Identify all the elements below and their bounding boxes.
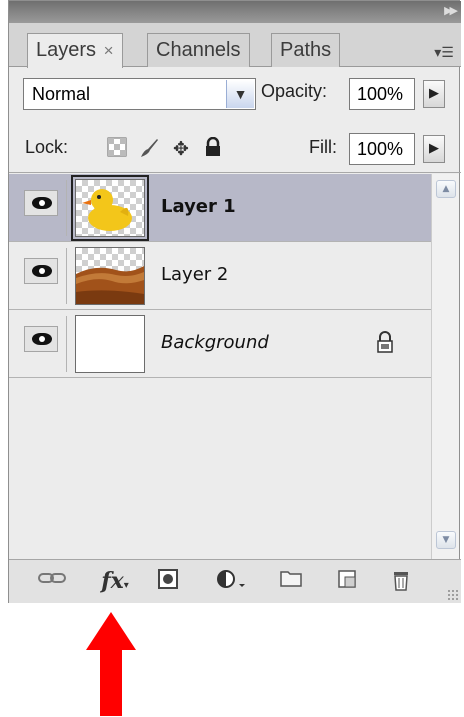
layer-row-layer-1[interactable]: Layer 1 <box>9 174 431 242</box>
opacity-value: 100% <box>357 84 404 104</box>
eye-icon <box>32 197 52 209</box>
eye-icon <box>32 333 52 345</box>
layers-panel: ▶▶ Layers × Channels Paths ▾☰ Normal ▼ O… <box>8 0 461 603</box>
new-layer-icon[interactable] <box>333 568 361 594</box>
opacity-field[interactable]: 100% <box>349 78 415 110</box>
tab-layers[interactable]: Layers × <box>27 33 123 68</box>
annotation-arrow-icon <box>86 612 136 716</box>
layer-name[interactable]: Layer 2 <box>161 264 228 285</box>
blend-opacity-row: Normal ▼ Opacity: 100% ▶ <box>9 67 461 123</box>
lock-fill-row: Lock: ✥ Fill: 100% ▶ <box>9 123 461 173</box>
blend-mode-value: Normal <box>32 84 91 104</box>
lock-all-icon[interactable] <box>201 136 225 161</box>
visibility-toggle[interactable] <box>24 258 58 284</box>
visibility-toggle[interactable] <box>24 190 58 216</box>
delete-layer-trash-icon[interactable] <box>387 568 415 594</box>
layer-list: Layer 1 Layer 2 Background <box>9 174 431 559</box>
scroll-up-icon[interactable]: ▲ <box>436 180 456 198</box>
blend-mode-select[interactable]: Normal ▼ <box>23 78 256 110</box>
add-layer-mask-icon[interactable] <box>155 568 181 594</box>
resize-grip-icon[interactable] <box>447 589 459 601</box>
lock-transparent-pixels-icon[interactable] <box>105 137 129 161</box>
layer-name[interactable]: Layer 1 <box>161 196 236 217</box>
opacity-slider-button[interactable]: ▶ <box>423 80 445 108</box>
tab-paths[interactable]: Paths <box>271 33 341 67</box>
layers-scrollbar[interactable]: ▲ ▼ <box>431 174 459 559</box>
visibility-cell <box>21 316 67 372</box>
collapse-panel-icon[interactable]: ▶▶ <box>444 4 458 17</box>
lock-label: Lock: <box>25 137 69 157</box>
fx-label: fx <box>101 568 124 594</box>
lock-icon <box>375 330 395 356</box>
visibility-toggle[interactable] <box>24 326 58 352</box>
link-layers-icon[interactable] <box>35 568 69 594</box>
layer-row-background[interactable]: Background <box>9 310 431 378</box>
layer-row-layer-2[interactable]: Layer 2 <box>9 242 431 310</box>
layer-thumbnail-duck[interactable] <box>71 175 149 241</box>
lock-position-move-icon[interactable]: ✥ <box>169 137 193 161</box>
fill-slider-button[interactable]: ▶ <box>423 135 445 163</box>
tab-channels-label: Channels <box>156 39 241 61</box>
layer-style-fx-button[interactable]: fx▾ <box>93 568 137 594</box>
panel-title-strip: ▶▶ <box>9 1 461 23</box>
fill-value: 100% <box>357 139 404 159</box>
scroll-down-icon[interactable]: ▼ <box>436 531 456 549</box>
layer-thumbnail-wood[interactable] <box>75 247 145 305</box>
tab-paths-label: Paths <box>280 39 332 61</box>
opacity-label: Opacity: <box>261 81 328 101</box>
tab-layers-label: Layers <box>36 39 97 61</box>
new-group-folder-icon[interactable] <box>277 568 305 594</box>
eye-icon <box>32 265 52 277</box>
layer-name[interactable]: Background <box>161 332 269 353</box>
visibility-cell <box>21 248 67 304</box>
fill-label: Fill: <box>309 137 337 157</box>
lock-image-pixels-brush-icon[interactable] <box>137 137 161 161</box>
new-adjustment-layer-icon[interactable] <box>213 568 249 594</box>
tab-channels[interactable]: Channels <box>147 33 250 67</box>
layers-bottom-toolbar: fx▾ <box>9 559 461 603</box>
panel-menu-icon[interactable]: ▾☰ <box>431 45 457 65</box>
panel-tab-bar: Layers × Channels Paths ▾☰ <box>9 23 461 68</box>
visibility-cell <box>21 180 67 236</box>
close-tab-icon[interactable]: × <box>104 41 114 60</box>
fill-field[interactable]: 100% <box>349 133 415 165</box>
chevron-down-icon[interactable]: ▼ <box>226 80 254 108</box>
layer-thumbnail-background[interactable] <box>75 315 145 373</box>
